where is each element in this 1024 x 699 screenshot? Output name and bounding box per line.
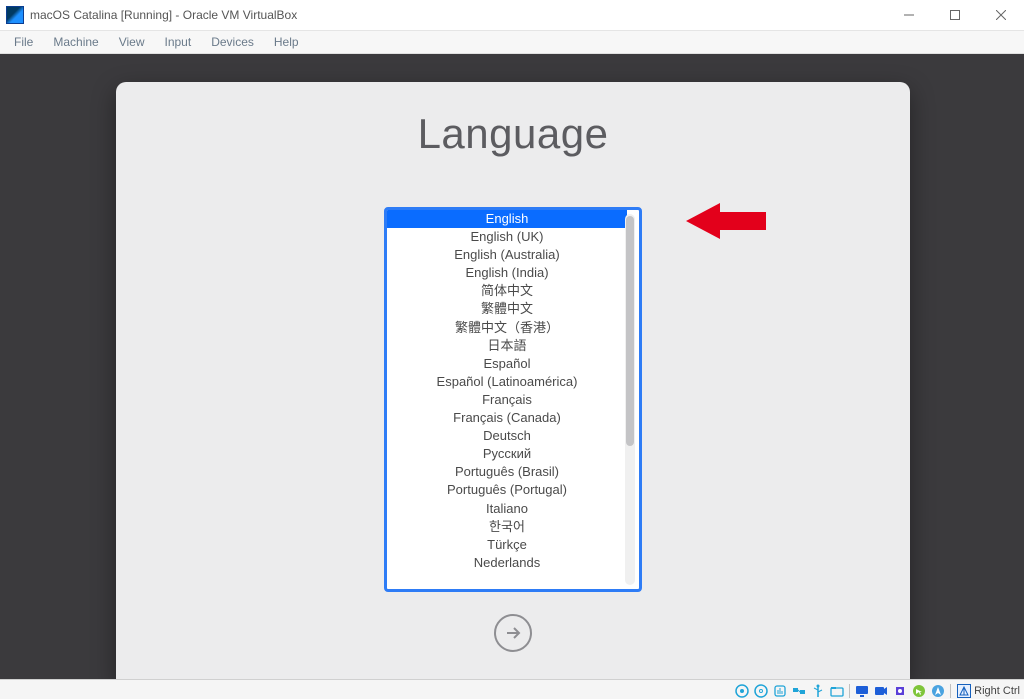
- language-option[interactable]: Português (Brasil): [387, 463, 627, 481]
- language-option[interactable]: English (UK): [387, 228, 627, 246]
- status-shared-folders-icon[interactable]: [829, 683, 845, 699]
- menu-file[interactable]: File: [6, 33, 41, 51]
- language-scrollbar[interactable]: [625, 214, 635, 585]
- language-option[interactable]: English (Australia): [387, 246, 627, 264]
- status-hdd-icon[interactable]: [734, 683, 750, 699]
- status-audio-icon[interactable]: [772, 683, 788, 699]
- status-optical-icon[interactable]: [753, 683, 769, 699]
- host-key-indicator[interactable]: Right Ctrl: [957, 684, 1020, 698]
- language-option[interactable]: Nederlands: [387, 554, 627, 572]
- language-option[interactable]: Français: [387, 391, 627, 409]
- language-scrollbar-thumb[interactable]: [626, 216, 634, 446]
- window-controls: [886, 0, 1024, 30]
- page-title: Language: [116, 110, 910, 158]
- status-usb-icon[interactable]: [810, 683, 826, 699]
- window-title: macOS Catalina [Running] - Oracle VM Vir…: [30, 8, 297, 22]
- host-key-label: Right Ctrl: [974, 685, 1020, 697]
- menu-help[interactable]: Help: [266, 33, 307, 51]
- next-button[interactable]: [494, 614, 532, 652]
- language-option[interactable]: Italiano: [387, 500, 627, 518]
- language-option[interactable]: Türkçe: [387, 536, 627, 554]
- hostkey-icon: [957, 684, 971, 698]
- arrow-right-icon: [504, 624, 522, 642]
- language-option[interactable]: English (India): [387, 264, 627, 282]
- status-cpu-icon[interactable]: [892, 683, 908, 699]
- menu-input[interactable]: Input: [157, 33, 200, 51]
- menu-view[interactable]: View: [111, 33, 153, 51]
- status-display-icon[interactable]: [854, 683, 870, 699]
- language-option[interactable]: Português (Portugal): [387, 481, 627, 499]
- language-option[interactable]: 简体中文: [387, 282, 627, 300]
- language-option[interactable]: Русский: [387, 445, 627, 463]
- status-keyboard-icon[interactable]: [930, 683, 946, 699]
- annotation-arrow-icon: [686, 197, 776, 257]
- minimize-button[interactable]: [886, 0, 932, 30]
- macos-setup-panel: Language EnglishEnglish (UK)English (Aus…: [116, 82, 910, 679]
- status-mouse-integration-icon[interactable]: [911, 683, 927, 699]
- language-option[interactable]: Español (Latinoamérica): [387, 373, 627, 391]
- window-titlebar: macOS Catalina [Running] - Oracle VM Vir…: [0, 0, 1024, 31]
- menu-bar: File Machine View Input Devices Help: [0, 31, 1024, 54]
- language-option[interactable]: English: [387, 210, 627, 228]
- menu-devices[interactable]: Devices: [203, 33, 262, 51]
- language-option[interactable]: Español: [387, 355, 627, 373]
- language-option[interactable]: Français (Canada): [387, 409, 627, 427]
- language-option[interactable]: 繁體中文（香港）: [387, 319, 627, 337]
- status-recording-icon[interactable]: [873, 683, 889, 699]
- close-button[interactable]: [978, 0, 1024, 30]
- vm-viewport[interactable]: Language EnglishEnglish (UK)English (Aus…: [0, 54, 1024, 679]
- language-option[interactable]: 繁體中文: [387, 300, 627, 318]
- status-bar: Right Ctrl: [0, 679, 1024, 699]
- language-option[interactable]: 日本語: [387, 337, 627, 355]
- language-option[interactable]: Deutsch: [387, 427, 627, 445]
- virtualbox-logo-icon: [6, 6, 24, 24]
- menu-machine[interactable]: Machine: [45, 33, 106, 51]
- status-network-icon[interactable]: [791, 683, 807, 699]
- maximize-button[interactable]: [932, 0, 978, 30]
- language-option[interactable]: 한국어: [387, 518, 627, 536]
- language-listbox[interactable]: EnglishEnglish (UK)English (Australia)En…: [384, 207, 642, 592]
